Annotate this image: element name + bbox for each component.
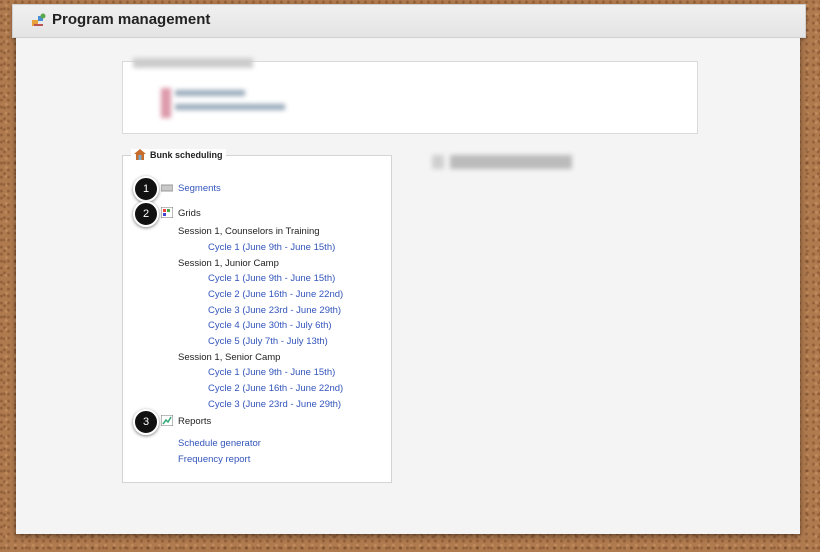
- program-management-icon: [32, 13, 46, 26]
- grids-label: Grids: [178, 208, 201, 219]
- reports-label: Reports: [178, 416, 212, 427]
- main-content: Bunk scheduling Segments Grids Session 1…: [16, 38, 800, 534]
- segments-icon: [161, 184, 173, 192]
- bunk-scheduling-title: Bunk scheduling: [150, 149, 223, 160]
- step-marker-2: 2: [133, 201, 159, 227]
- cycle-link[interactable]: Cycle 1 (June 9th - June 15th): [208, 242, 335, 253]
- step-marker-1: 1: [133, 176, 159, 202]
- page-title: Program management: [52, 11, 211, 28]
- cycle-link[interactable]: Cycle 1 (June 9th - June 15th): [208, 273, 335, 284]
- segments-link[interactable]: Segments: [178, 183, 221, 194]
- title-bar: Program management: [12, 4, 806, 38]
- schedule-generator-link[interactable]: Schedule generator: [178, 438, 261, 449]
- reports-icon: [161, 415, 173, 426]
- house-icon: [134, 149, 146, 160]
- cycle-link[interactable]: Cycle 1 (June 9th - June 15th): [208, 367, 335, 378]
- session-heading: Session 1, Counselors in Training: [178, 226, 320, 237]
- program-management-window: Program management Bunk scheduling Segme…: [12, 4, 806, 534]
- session-heading: Session 1, Junior Camp: [178, 258, 279, 269]
- frequency-report-link[interactable]: Frequency report: [178, 454, 250, 465]
- cycle-link[interactable]: Cycle 3 (June 23rd - June 29th): [208, 305, 341, 316]
- bunk-scheduling-panel: Bunk scheduling Segments Grids Session 1…: [122, 149, 392, 483]
- step-marker-3: 3: [133, 409, 159, 435]
- cycle-link[interactable]: Cycle 4 (June 30th - July 6th): [208, 320, 332, 331]
- cycle-link[interactable]: Cycle 5 (July 7th - July 13th): [208, 336, 328, 347]
- cycle-link[interactable]: Cycle 2 (June 16th - June 22nd): [208, 289, 343, 300]
- grids-icon: [161, 207, 173, 218]
- blurred-panel-top: [122, 58, 698, 134]
- session-heading: Session 1, Senior Camp: [178, 352, 281, 363]
- cycle-link[interactable]: Cycle 3 (June 23rd - June 29th): [208, 399, 341, 410]
- cycle-link[interactable]: Cycle 2 (June 16th - June 22nd): [208, 383, 343, 394]
- bunk-scheduling-header: Bunk scheduling: [131, 149, 226, 160]
- blurred-panel-right: [432, 155, 572, 169]
